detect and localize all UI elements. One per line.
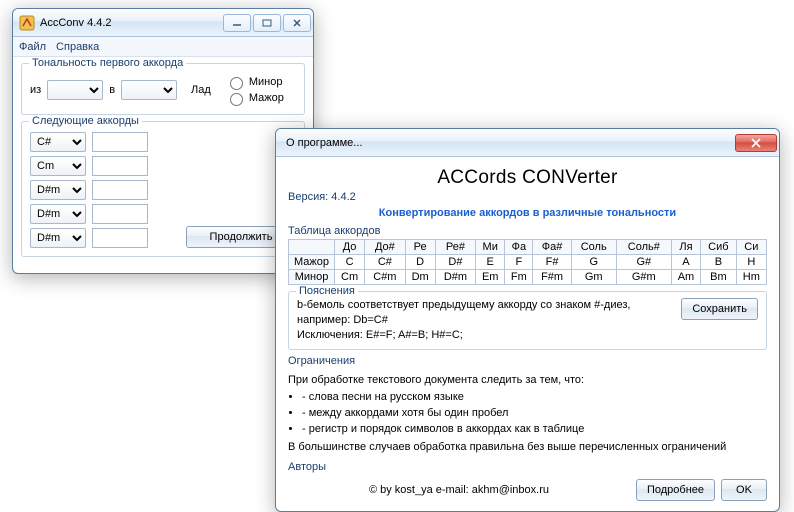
app-icon [19,15,35,31]
menu-help[interactable]: Справка [56,41,99,53]
chord-combo-4[interactable]: D#m [30,228,86,248]
chord-out-1[interactable] [92,156,148,176]
about-subtitle: Конвертирование аккордов в различные тон… [288,207,767,219]
about-close-button[interactable] [735,134,777,152]
from-label: из [30,84,41,96]
save-button[interactable]: Сохранить [681,298,758,320]
table-major-row: Мажор CC#DD#EFF#GG#ABH [289,255,767,270]
chord-out-4[interactable] [92,228,148,248]
table-header-row: ДоДо#РеРе#МиФаФа#СольСоль#ЛяСибСи [289,240,767,255]
from-combo[interactable] [47,80,103,100]
chord-combo-3[interactable]: D#m [30,204,86,224]
titlebar[interactable]: AccConv 4.4.2 [13,9,313,37]
explain-legend: Пояснения [296,285,358,297]
tonality-group: Тональность первого аккорда из в Лад Мин… [21,63,305,115]
menubar: Файл Справка [13,37,313,57]
to-combo[interactable] [121,80,177,100]
table-label: Таблица аккордов [288,225,767,237]
chord-out-0[interactable] [92,132,148,152]
major-radio[interactable]: Мажор [225,90,284,106]
chord-combo-1[interactable]: Cm [30,156,86,176]
about-heading: ACCords CONVerter [288,167,767,189]
close-button[interactable] [283,14,311,32]
limits-text: При обработке текстового документа следи… [288,373,767,457]
chord-rows: C# Cm D#m D#m D#m [30,132,150,248]
authors-label: Авторы [288,461,767,473]
chord-combo-2[interactable]: D#m [30,180,86,200]
version-label: Версия: [288,191,328,203]
chord-out-3[interactable] [92,204,148,224]
explain-text: b-бемоль соответствует предыдущему аккор… [297,298,675,343]
window-title: AccConv 4.4.2 [40,17,223,29]
about-titlebar[interactable]: О программе... [276,129,779,157]
chord-combo-0[interactable]: C# [30,132,86,152]
version-value: 4.4.2 [331,191,355,203]
menu-file[interactable]: Файл [19,41,46,53]
copyright: © by kost_ya e-mail: akhm@inbox.ru [288,484,630,496]
to-label: в [109,84,115,96]
chord-out-2[interactable] [92,180,148,200]
limits-label: Ограничения [288,355,767,367]
chords-table: ДоДо#РеРе#МиФаФа#СольСоль#ЛяСибСи Мажор … [288,239,767,285]
chords-group: Следующие аккорды C# Cm D#m D#m D#m Прод… [21,121,305,257]
maximize-button[interactable] [253,14,281,32]
more-button[interactable]: Подробнее [636,479,715,501]
minor-radio[interactable]: Минор [225,74,284,90]
explain-group: Пояснения b-бемоль соответствует предыду… [288,291,767,350]
ok-button[interactable]: OK [721,479,767,501]
chords-legend: Следующие аккорды [29,115,142,127]
about-window: О программе... ACCords CONVerter Версия:… [275,128,780,512]
mode-label: Лад [191,84,211,96]
minimize-button[interactable] [223,14,251,32]
main-window: AccConv 4.4.2 Файл Справка Тональность п… [12,8,314,274]
table-minor-row: Минор CmC#mDmD#mEmFmF#mGmG#mAmBmHm [289,270,767,285]
about-title: О программе... [282,137,735,149]
tonality-legend: Тональность первого аккорда [29,57,186,69]
